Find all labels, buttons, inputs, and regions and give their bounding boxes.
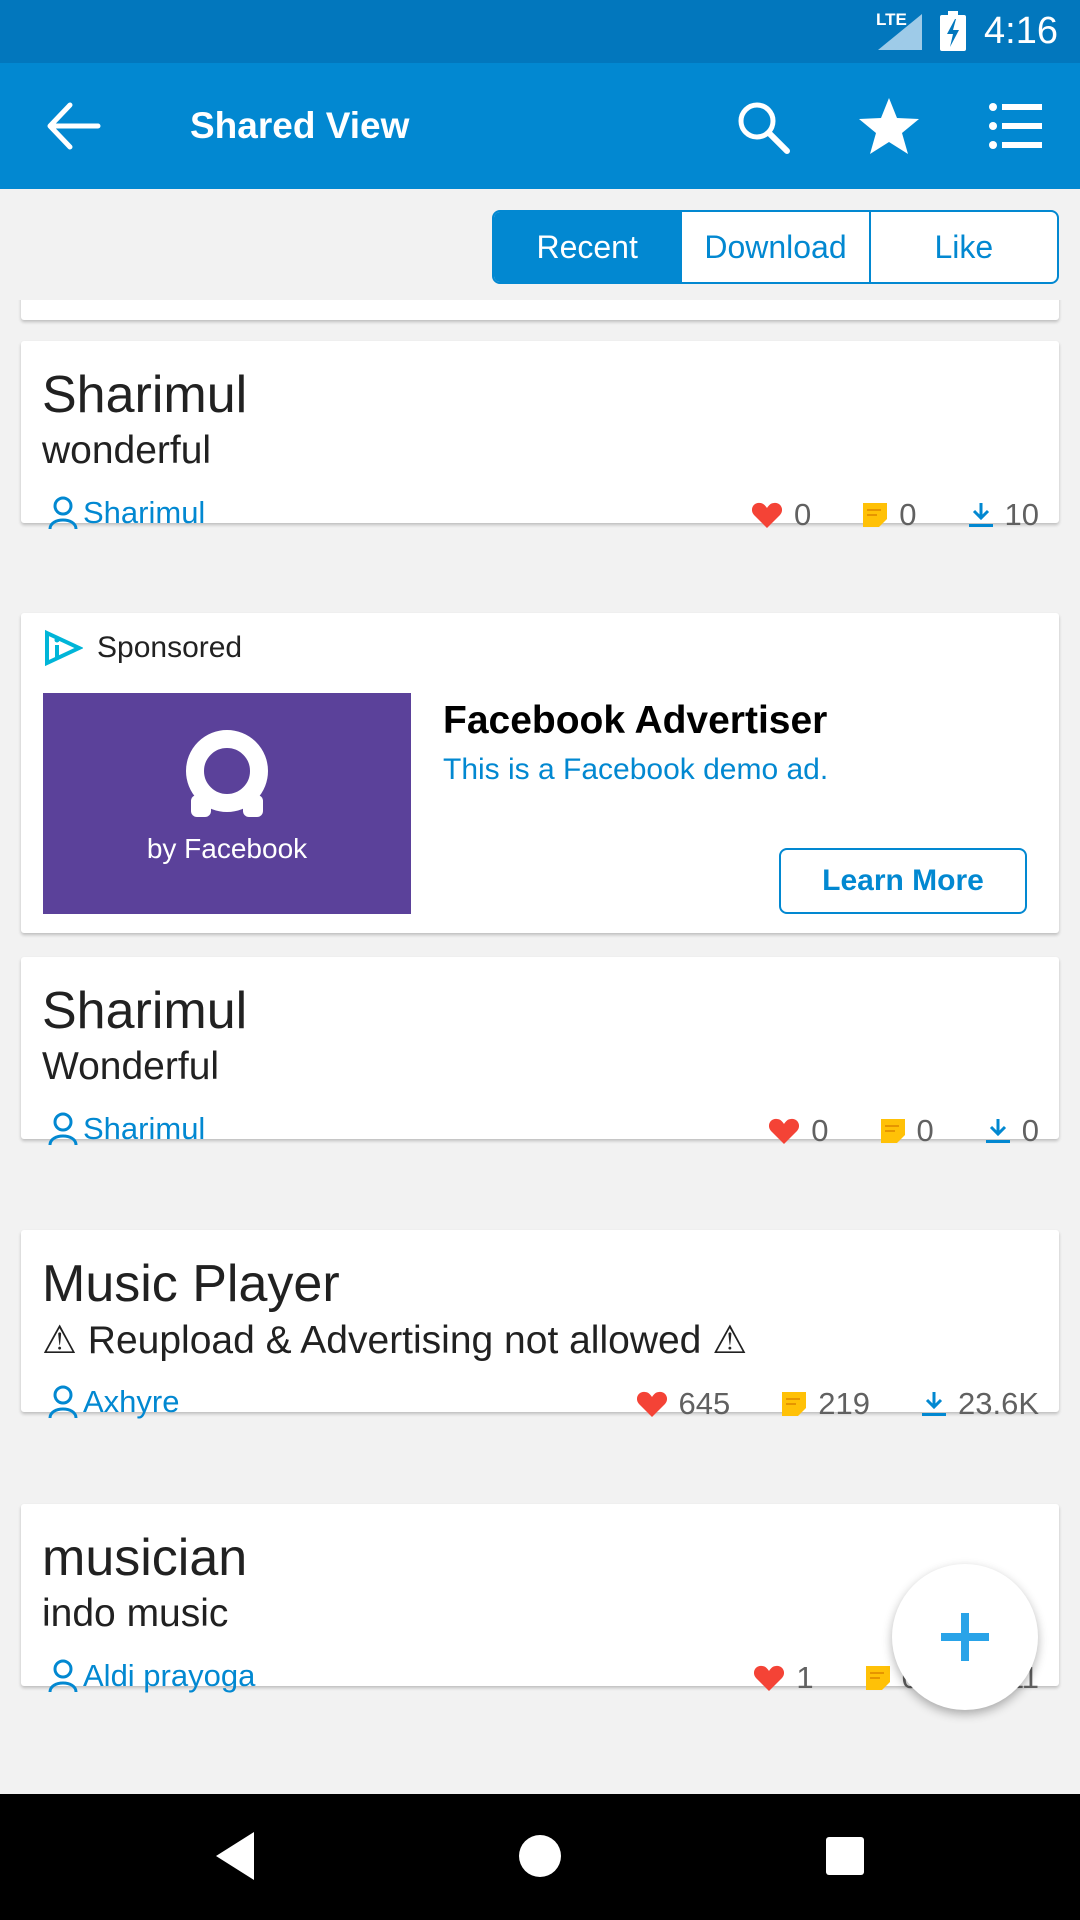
downloads-stat[interactable]: 0	[985, 1113, 1039, 1149]
downloads-count: 23.6K	[957, 1386, 1039, 1421]
tab-like[interactable]: Like	[871, 212, 1057, 282]
page-title: Shared View	[190, 105, 410, 146]
author-name: Sharimul	[83, 495, 206, 530]
comments-stat[interactable]: 219	[782, 1386, 870, 1422]
post-title: Sharimul	[42, 982, 248, 1040]
author-name: Axhyre	[83, 1384, 180, 1419]
downloads-stat[interactable]: 23.6K	[921, 1386, 1039, 1422]
list-item[interactable]	[21, 300, 1059, 320]
comment-note-icon	[863, 503, 888, 527]
ad-image-caption: by Facebook	[146, 833, 308, 864]
likes-stat[interactable]: 0	[752, 497, 811, 533]
author-name: Aldi prayoga	[83, 1658, 256, 1693]
list-menu-icon[interactable]	[988, 101, 1042, 151]
ad-image[interactable]: by Facebook	[43, 693, 411, 914]
post-title: Music Player	[42, 1255, 340, 1313]
tab-download[interactable]: Download	[682, 212, 871, 282]
tab-recent[interactable]: Recent	[494, 212, 683, 282]
add-fab-button[interactable]	[892, 1564, 1038, 1710]
download-icon	[968, 503, 993, 527]
downloads-count: 10	[1004, 497, 1039, 532]
comments-count: 0	[899, 497, 917, 532]
post-stats: 645 219 23.6K	[585, 1386, 1039, 1422]
heart-icon	[636, 1391, 667, 1417]
comment-note-icon	[782, 1392, 807, 1416]
list-item[interactable]: Music Player ⚠ Reupload & Advertising no…	[21, 1230, 1059, 1421]
adchoices-icon	[45, 629, 83, 667]
heart-icon	[769, 1118, 800, 1144]
post-author-link[interactable]: Sharimul	[47, 495, 205, 531]
comments-stat[interactable]: 0	[880, 1113, 934, 1149]
star-icon[interactable]	[858, 96, 920, 156]
system-nav-bar	[0, 1794, 1080, 1920]
back-arrow-icon[interactable]	[44, 99, 104, 153]
likes-stat[interactable]: 0	[769, 1113, 829, 1149]
comments-count: 219	[818, 1386, 870, 1421]
post-description: indo music	[42, 1592, 229, 1635]
clock: 4:16	[984, 10, 1058, 52]
audience-network-logo-icon	[186, 730, 268, 817]
user-icon	[48, 496, 78, 530]
list-item[interactable]: Sharimul wonderful Sharimul 0 0 10	[21, 341, 1059, 532]
post-description: ⚠ Reupload & Advertising not allowed ⚠	[42, 1319, 748, 1362]
sort-tabs: Recent Download Like	[492, 210, 1059, 284]
post-author-link[interactable]: Sharimul	[47, 1111, 205, 1147]
heart-icon	[752, 502, 783, 528]
likes-stat[interactable]: 1	[754, 1660, 814, 1696]
learn-more-button[interactable]: Learn More	[779, 848, 1027, 914]
nav-home-icon[interactable]	[517, 1830, 563, 1882]
likes-stat[interactable]: 645	[636, 1386, 731, 1422]
likes-count: 1	[796, 1660, 814, 1695]
list-item[interactable]: Sharimul Wonderful Sharimul 0 0 0	[21, 957, 1059, 1148]
advertiser-name: Facebook Advertiser	[443, 699, 828, 742]
download-icon	[985, 1119, 1010, 1143]
downloads-stat[interactable]: 10	[968, 497, 1039, 533]
post-stats: 0 0 0	[717, 1113, 1039, 1149]
plus-icon	[941, 1613, 989, 1661]
sponsored-label: Sponsored	[43, 629, 242, 667]
user-icon	[48, 1112, 78, 1146]
nav-recents-icon[interactable]	[824, 1830, 866, 1882]
sponsored-ad[interactable]: Sponsored by Facebook Facebook Advertise…	[21, 613, 1059, 933]
post-stats: 0 0 10	[700, 497, 1039, 533]
post-title: musician	[42, 1529, 248, 1587]
status-bar: LTE 4:16	[0, 0, 1080, 63]
battery-charging-icon	[940, 11, 966, 51]
nav-back-icon[interactable]	[214, 1830, 258, 1882]
post-author-link[interactable]: Axhyre	[47, 1384, 179, 1420]
signal-icon	[878, 14, 922, 50]
heart-icon	[754, 1665, 785, 1691]
app-bar: Shared View	[0, 63, 1080, 189]
post-list[interactable]: Sharimul wonderful Sharimul 0 0 10 Spons…	[0, 300, 1080, 1794]
likes-count: 0	[794, 497, 812, 532]
comments-count: 0	[916, 1113, 934, 1148]
post-description: Wonderful	[42, 1045, 220, 1088]
post-author-link[interactable]: Aldi prayoga	[47, 1658, 255, 1694]
ad-body-text: This is a Facebook demo ad.	[443, 753, 829, 786]
user-icon	[48, 1659, 78, 1693]
likes-count: 0	[811, 1113, 829, 1148]
downloads-count: 0	[1021, 1113, 1039, 1148]
likes-count: 645	[678, 1386, 731, 1421]
download-icon	[921, 1392, 946, 1416]
user-icon	[48, 1385, 78, 1419]
post-title: Sharimul	[42, 366, 248, 424]
search-icon[interactable]	[735, 99, 791, 155]
comment-note-icon	[880, 1119, 905, 1143]
post-description: wonderful	[42, 429, 212, 472]
comments-stat[interactable]: 0	[863, 497, 917, 533]
comment-note-icon	[865, 1666, 890, 1690]
author-name: Sharimul	[83, 1111, 206, 1146]
